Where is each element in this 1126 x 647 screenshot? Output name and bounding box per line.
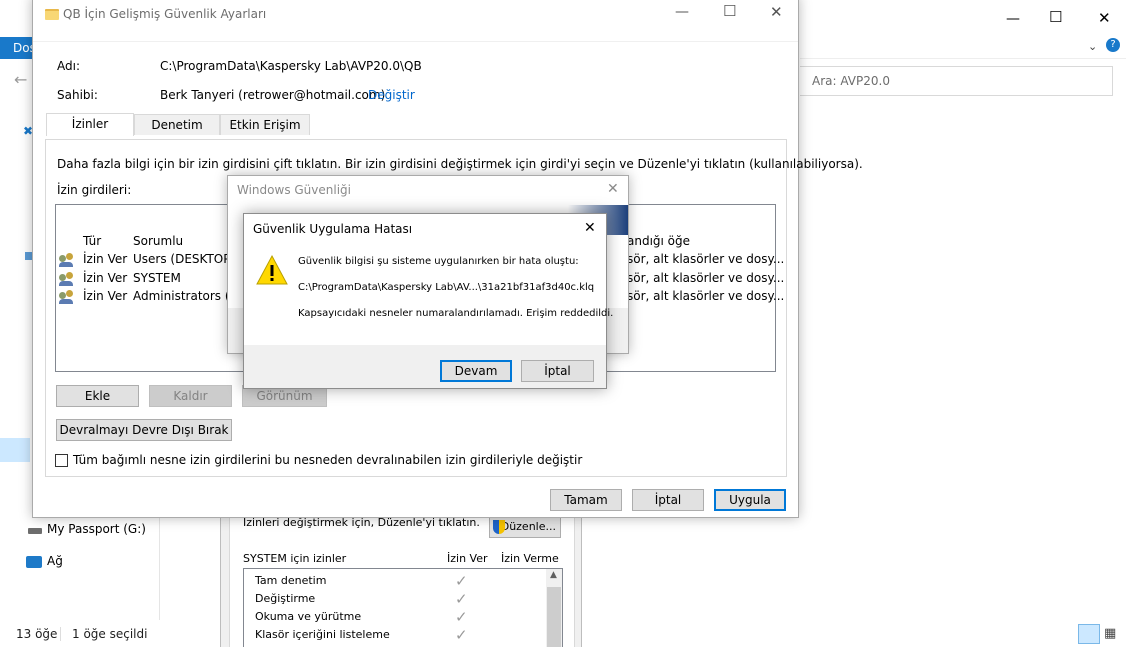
- allow-column-header: İzin Ver: [447, 552, 488, 565]
- row-principal: SYSTEM: [133, 271, 181, 285]
- nav-item-label: My Passport (G:): [47, 522, 146, 536]
- perm-label: Klasör içeriğini listeleme: [255, 628, 390, 641]
- nav-selected-strip: [0, 438, 30, 462]
- add-button[interactable]: Ekle: [56, 385, 139, 407]
- maximize-icon[interactable]: ☐: [723, 4, 736, 19]
- network-icon: [26, 556, 42, 568]
- shield-icon: [493, 520, 505, 534]
- tab-effective-access[interactable]: Etkin Erişim: [220, 114, 310, 135]
- tab-permissions[interactable]: İzinler: [46, 113, 134, 136]
- window-title: QB İçin Gelişmiş Güvenlik Ayarları: [63, 7, 267, 21]
- error-line3: Kapsayıcıdaki nesneler numaralandırılama…: [298, 308, 614, 319]
- users-icon: [59, 272, 75, 286]
- owner-value: Berk Tanyeri (retrower@hotmail.com): [160, 88, 386, 102]
- disable-inheritance-button[interactable]: Devralmayı Devre Dışı Bırak: [56, 419, 232, 441]
- details-view-icon[interactable]: [1078, 624, 1100, 644]
- scroll-thumb[interactable]: [547, 587, 561, 647]
- info-text: Daha fazla bilgi için bir izin girdisini…: [57, 157, 863, 171]
- edit-button[interactable]: Düzenle...: [489, 516, 561, 538]
- row-applies: sör, alt klasörler ve dosy...: [627, 252, 785, 266]
- edit-button-label: Düzenle...: [500, 520, 556, 533]
- status-divider: [60, 627, 61, 641]
- cancel-button[interactable]: İptal: [632, 489, 704, 511]
- users-icon: [59, 253, 75, 267]
- perm-label: Tam denetim: [255, 574, 327, 587]
- error-line1: Güvenlik bilgisi şu sisteme uygulanırken…: [298, 256, 579, 267]
- help-icon[interactable]: ?: [1106, 38, 1120, 52]
- row-type: İzin Ver: [83, 252, 128, 266]
- explorer-close-icon[interactable]: ✕: [1098, 11, 1111, 26]
- check-icon: ✓: [455, 626, 468, 644]
- column-principal[interactable]: Sorumlu: [133, 234, 183, 248]
- properties-window: İzinleri değiştirmek için, Düzenle'yi tı…: [220, 505, 582, 647]
- row-type: İzin Ver: [83, 271, 128, 285]
- owner-label: Sahibi:: [57, 88, 98, 102]
- perm-header: SYSTEM için izinler: [243, 552, 347, 565]
- replace-children-label: Tüm bağımlı nesne izin girdilerini bu ne…: [73, 453, 583, 467]
- column-applies-to[interactable]: andığı öğe: [627, 234, 690, 248]
- error-close-icon[interactable]: ✕: [584, 221, 596, 235]
- search-input[interactable]: Ara: AVP20.0: [800, 66, 1113, 96]
- explorer-minimize-icon[interactable]: —: [1006, 12, 1020, 26]
- large-icons-view-icon[interactable]: ▦: [1104, 626, 1116, 641]
- explorer-maximize-icon[interactable]: ☐: [1049, 10, 1062, 25]
- ok-button[interactable]: Tamam: [550, 489, 622, 511]
- check-icon: ✓: [455, 590, 468, 608]
- title-divider: [33, 41, 798, 42]
- drive-icon: [28, 528, 42, 534]
- row-applies: sör, alt klasörler ve dosy...: [627, 289, 785, 303]
- folder-icon: [45, 9, 59, 20]
- error-cancel-button[interactable]: İptal: [521, 360, 594, 382]
- column-type[interactable]: Tür: [83, 234, 101, 248]
- winsec-title: Windows Güvenliği: [237, 183, 351, 197]
- apply-button[interactable]: Uygula: [714, 489, 786, 511]
- error-title: Güvenlik Uygulama Hatası: [253, 222, 413, 236]
- ribbon-expand-icon[interactable]: ⌄: [1088, 40, 1097, 53]
- close-icon[interactable]: ✕: [770, 5, 783, 20]
- tab-auditing[interactable]: Denetim: [134, 114, 220, 135]
- winsec-close-icon[interactable]: ✕: [607, 182, 619, 196]
- check-icon: ✓: [455, 608, 468, 626]
- remove-button[interactable]: Kaldır: [149, 385, 232, 407]
- warning-icon: [256, 254, 288, 285]
- perm-label: Okuma ve yürütme: [255, 610, 362, 623]
- error-line2: C:\ProgramData\Kaspersky Lab\AV...\31a21…: [298, 282, 595, 293]
- back-arrow-icon[interactable]: ←: [14, 70, 27, 89]
- row-applies: sör, alt klasörler ve dosy...: [627, 271, 785, 285]
- perm-scrollbar[interactable]: ▲: [546, 569, 562, 647]
- name-value: C:\ProgramData\Kaspersky Lab\AVP20.0\QB: [160, 59, 422, 73]
- ribbon-bar: [800, 37, 1126, 59]
- status-item-count: 13 öğe: [16, 627, 58, 641]
- nav-item-label: Ağ: [47, 554, 63, 568]
- users-icon: [59, 290, 75, 304]
- continue-button[interactable]: Devam: [440, 360, 512, 382]
- replace-children-checkbox[interactable]: [55, 454, 68, 467]
- perm-label: Değiştirme: [255, 592, 316, 605]
- entries-label: İzin girdileri:: [57, 183, 132, 197]
- deny-column-header: İzin Verme: [501, 552, 559, 565]
- row-type: İzin Ver: [83, 289, 128, 303]
- change-owner-link[interactable]: Değiştir: [368, 88, 415, 102]
- error-dialog: Güvenlik Uygulama Hatası ✕ Güvenlik bilg…: [243, 213, 613, 389]
- scroll-up-icon[interactable]: ▲: [550, 570, 557, 580]
- name-label: Adı:: [57, 59, 80, 73]
- check-icon: ✓: [455, 572, 468, 590]
- status-selected: 1 öğe seçildi: [72, 627, 148, 641]
- minimize-icon[interactable]: —: [675, 5, 689, 19]
